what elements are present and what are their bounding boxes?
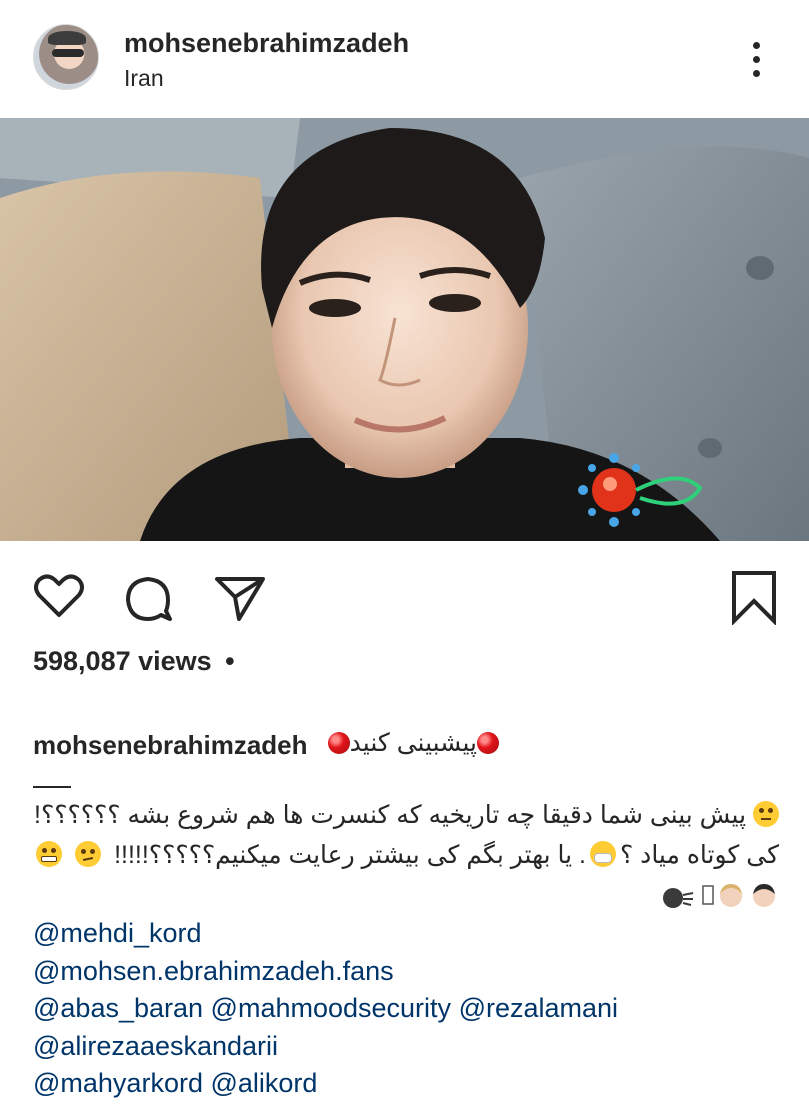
post-location[interactable]: Iran (124, 65, 164, 92)
mention-link[interactable]: @mahyarkord (33, 1068, 203, 1098)
confused-face-emoji (75, 841, 102, 867)
caption-username[interactable]: mohsenebrahimzadeh (33, 730, 308, 760)
caption-line-1-text: پیش بینی شما دقیقا چه تاریخیه که کنسرت ه… (34, 801, 747, 829)
avatar-glasses (52, 49, 84, 57)
caption-line-2a-text: کی کوتاه میاد ؟ (619, 841, 779, 869)
mention-line: @mahyarkord @alikord (33, 1065, 793, 1103)
caption-line-1: پیش بینی شما دقیقا چه تاریخیه که کنسرت ه… (34, 800, 779, 830)
mention-link[interactable]: @alikord (210, 1068, 317, 1098)
mention-line: @abas_baran @mahmoodsecurity @rezalamani (33, 990, 793, 1028)
views-count[interactable]: 598,087 views • (33, 646, 235, 677)
mask-face-emoji (589, 841, 616, 867)
post-video[interactable] (0, 118, 809, 541)
more-options-icon[interactable] (748, 40, 764, 80)
caption-title: پیشبینی کنید (327, 728, 499, 758)
post-action-bar (0, 541, 809, 641)
bookmark-outline-icon[interactable] (726, 569, 782, 625)
post-header: mohsenebrahimzadeh Iran (0, 0, 809, 118)
mention-line: @mohsen.ebrahimzadeh.fans (33, 953, 793, 991)
paper-plane-icon[interactable] (211, 569, 267, 625)
red-circle-emoji (477, 732, 499, 754)
avatar-hair (48, 31, 86, 45)
mention-link[interactable]: @abas_baran (33, 993, 203, 1023)
mention-link[interactable]: @mehdi_kord (33, 918, 202, 948)
author-username[interactable]: mohsenebrahimzadeh (124, 28, 409, 59)
mentions-block: @mehdi_kord @mohsen.ebrahimzadeh.fans @a… (33, 915, 793, 1103)
mention-link[interactable]: @mohsen.ebrahimzadeh.fans (33, 956, 394, 986)
caption-title-text: پیشبینی کنید (349, 729, 477, 757)
heart-outline-icon[interactable] (31, 569, 87, 625)
caption-line-2b-text: . یا بهتر بگم کی بیشتر رعایت میکنیم؟؟؟؟؟… (114, 841, 586, 869)
avatar[interactable] (33, 24, 99, 90)
grimacing-face-emoji (36, 841, 63, 867)
mention-line: @alirezaaeskandarii (33, 1028, 793, 1066)
mention-link[interactable]: @alirezaaeskandarii (33, 1031, 278, 1061)
mention-line: @mehdi_kord (33, 915, 793, 953)
views-separator: • (225, 646, 235, 676)
video-frame (0, 118, 809, 541)
people-emoji-group (659, 881, 779, 911)
red-circle-emoji (327, 732, 350, 754)
mention-link[interactable]: @mahmoodsecurity (211, 993, 452, 1023)
eye-roll-emoji (753, 801, 779, 827)
mention-link[interactable]: @rezalamani (459, 993, 618, 1023)
comment-bubble-icon[interactable] (120, 569, 176, 625)
caption-divider (33, 786, 71, 788)
caption-line-2: کی کوتاه میاد ؟ . یا بهتر بگم کی بیشتر ر… (36, 840, 779, 870)
views-label: 598,087 views (33, 646, 212, 676)
